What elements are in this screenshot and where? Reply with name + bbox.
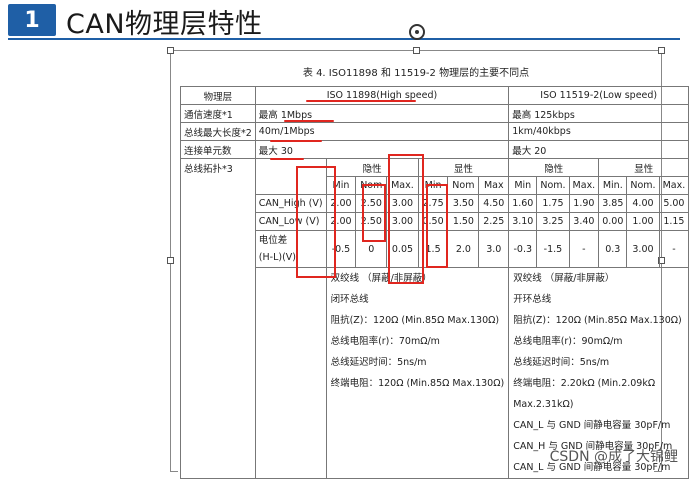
title-divider bbox=[8, 38, 680, 40]
cell: 最高 125kbps bbox=[508, 104, 690, 123]
value-cell: 1.75 bbox=[536, 194, 570, 213]
resize-handle-n[interactable] bbox=[413, 47, 420, 54]
red-box-annotation bbox=[296, 166, 336, 278]
note-line: 总线延迟时间：5ns/m bbox=[330, 357, 427, 368]
red-underline-annotation bbox=[270, 158, 304, 160]
value-cell: 3.50 bbox=[447, 194, 480, 213]
slide-header: 1 CAN物理层特性 bbox=[0, 0, 692, 42]
resize-handle-ne[interactable] bbox=[658, 47, 665, 54]
sub-header: Max. bbox=[658, 176, 690, 195]
value-cell: 3.25 bbox=[536, 212, 570, 231]
value-cell: 5.00 bbox=[658, 194, 690, 213]
state-header: 显性 bbox=[417, 158, 510, 177]
note-line: 终端电阻：120Ω (Min.85Ω Max.130Ω) bbox=[330, 378, 505, 389]
value-cell: - bbox=[568, 230, 600, 268]
red-box-annotation bbox=[426, 184, 448, 268]
value-cell: 0.3 bbox=[598, 230, 628, 268]
note-line: 总线电阻率(r)：90mΩ/m bbox=[513, 336, 623, 347]
sub-header: Nom bbox=[447, 176, 480, 195]
table-caption: 表 4. ISO11898 和 11519-2 物理层的主要不同点 bbox=[302, 68, 530, 79]
value-cell: 2.25 bbox=[478, 212, 510, 231]
resize-handle-nw[interactable] bbox=[167, 47, 174, 54]
note-line: 双绞线 （屏蔽/非屏蔽） bbox=[513, 273, 615, 284]
header-cell: ISO 11519-2(Low speed) bbox=[508, 86, 690, 105]
sub-header: Nom. bbox=[536, 176, 570, 195]
value-cell: 3.10 bbox=[508, 212, 538, 231]
section-number-badge: 1 bbox=[8, 4, 56, 36]
cell: 1km/40kbps bbox=[508, 122, 690, 141]
note-line: 总线电阻率(r)：70mΩ/m bbox=[330, 336, 440, 347]
signal-name-line2: (H-L)(V) bbox=[258, 252, 296, 263]
csdn-watermark: CSDN @成了大锦鲤 bbox=[549, 449, 678, 465]
comparison-table: 物理层 ISO 11898(High speed) ISO 11519-2(Lo… bbox=[180, 86, 690, 479]
note-line: 开环总线 bbox=[513, 294, 552, 305]
note-line: 闭环总线 bbox=[330, 294, 369, 305]
notes-left: 双绞线 （屏蔽/非屏蔽） 闭环总线 阻抗(Z)：120Ω (Min.85Ω Ma… bbox=[325, 267, 510, 479]
value-cell: 4.50 bbox=[478, 194, 510, 213]
red-underline-annotation bbox=[284, 120, 334, 122]
red-box-annotation bbox=[362, 184, 386, 242]
row-label: 总线最大长度*2 bbox=[180, 122, 256, 141]
cell: 最大 30 bbox=[254, 140, 510, 159]
cell: 最大 20 bbox=[508, 140, 690, 159]
value-cell: 2.0 bbox=[447, 230, 480, 268]
value-cell: 1.50 bbox=[447, 212, 480, 231]
value-cell: 3.85 bbox=[598, 194, 628, 213]
value-cell: 0.00 bbox=[598, 212, 628, 231]
cell: 40m/1Mbps bbox=[254, 122, 510, 141]
sub-header: Nom. bbox=[626, 176, 660, 195]
sub-header: Min bbox=[508, 176, 538, 195]
note-line: 阻抗(Z)：120Ω (Min.85Ω Max.130Ω) bbox=[513, 315, 682, 326]
cell bbox=[254, 267, 327, 479]
value-cell: 4.00 bbox=[626, 194, 660, 213]
sub-header: Max bbox=[478, 176, 510, 195]
red-underline-annotation bbox=[306, 100, 416, 102]
value-cell: -1.5 bbox=[536, 230, 570, 268]
note-line: 阻抗(Z)：120Ω (Min.85Ω Max.130Ω) bbox=[330, 315, 500, 326]
header-cell: 物理层 bbox=[180, 86, 256, 105]
value-cell: - bbox=[658, 230, 690, 268]
sub-header: Max. bbox=[568, 176, 600, 195]
rotate-handle-icon[interactable] bbox=[409, 24, 425, 40]
state-header: 显性 bbox=[598, 158, 690, 177]
value-cell: 3.40 bbox=[568, 212, 600, 231]
note-line: CAN_L 与 GND 间静电容量 30pF/m bbox=[513, 420, 671, 431]
row-label: 总线拓扑*3 bbox=[180, 158, 256, 479]
value-cell: 1.15 bbox=[658, 212, 690, 231]
note-line: Max.2.31kΩ) bbox=[513, 399, 574, 410]
note-line: 总线延迟时间：5ns/m bbox=[513, 357, 610, 368]
row-label: 通信速度*1 bbox=[180, 104, 256, 123]
sub-header: Min. bbox=[598, 176, 628, 195]
slide-title: CAN物理层特性 bbox=[66, 9, 263, 40]
value-cell: 1.90 bbox=[568, 194, 600, 213]
value-cell: -0.3 bbox=[508, 230, 538, 268]
state-header: 隐性 bbox=[508, 158, 600, 177]
row-label: 连接单元数 bbox=[180, 140, 256, 159]
value-cell: 1.60 bbox=[508, 194, 538, 213]
value-cell: 3.0 bbox=[478, 230, 510, 268]
signal-name-line1: 电位差 bbox=[258, 235, 288, 246]
value-cell: 3.00 bbox=[626, 230, 660, 268]
red-box-annotation bbox=[388, 154, 424, 284]
value-cell: 1.00 bbox=[626, 212, 660, 231]
red-underline-annotation bbox=[270, 140, 322, 142]
resize-handle-w[interactable] bbox=[167, 257, 174, 264]
note-line: 终端电阻：2.20kΩ (Min.2.09kΩ bbox=[513, 378, 656, 389]
